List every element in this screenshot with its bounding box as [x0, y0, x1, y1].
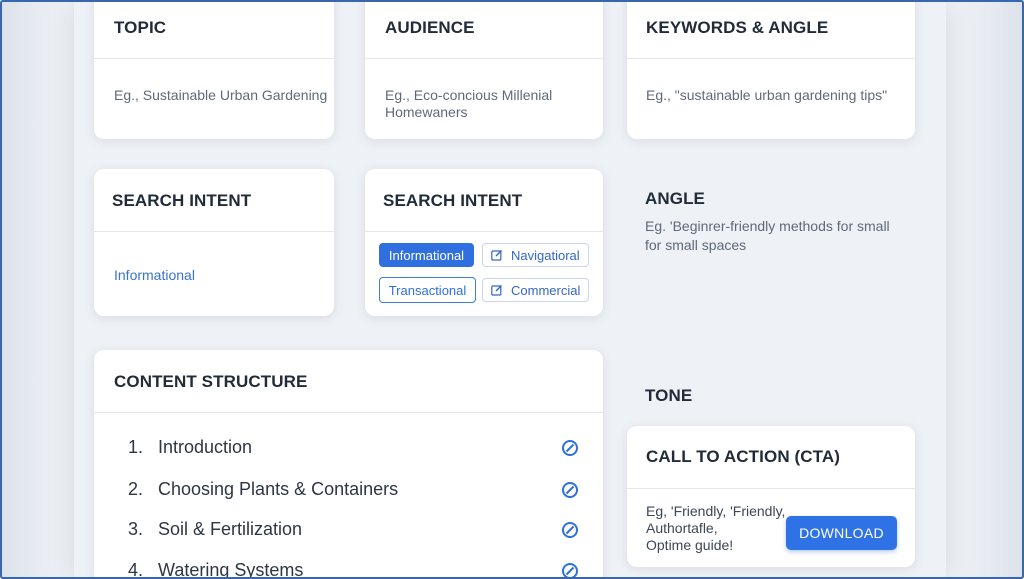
content-structure-title: CONTENT STRUCTURE [114, 372, 308, 391]
intent-option-label: Informational [388, 247, 465, 263]
list-item-number: 1. [128, 437, 144, 457]
search-intent-card[interactable]: SEARCH INTENT Informational [94, 169, 334, 316]
list-item-label: Choosing Plants & Containers [158, 479, 399, 499]
search-intent-options-title: SEARCH INTENT [383, 191, 523, 210]
angle-input-line1[interactable]: Eg. 'Beginrer-friendly methods for small [645, 218, 890, 235]
topic-input[interactable]: Eg., Sustainable Urban Gardening [114, 87, 327, 104]
search-intent-value[interactable]: Informational [114, 267, 195, 283]
intent-option-label: Navigatioral [511, 247, 580, 263]
keywords-input[interactable]: Eg., "sustainable urban gardening tips" [646, 87, 887, 104]
intent-option-commercial[interactable]: Commercial [482, 278, 589, 302]
topic-divider [94, 58, 334, 59]
cta-input-line1[interactable]: Eg, 'Friendly, 'Friendly, [646, 503, 785, 520]
audience-input-line1[interactable]: Eg., Eco-concious Millenial [385, 87, 552, 104]
keywords-divider [627, 58, 915, 59]
list-item-number: 4. [128, 560, 144, 579]
audience-card[interactable]: AUDIENCE Eg., Eco-concious Millenial Hom… [365, 2, 603, 139]
intent-option-navigational[interactable]: Navigatioral [482, 243, 589, 267]
cta-input-line2[interactable]: Authortafle, [646, 520, 718, 537]
content-structure-card: CONTENT STRUCTURE 1. Introduction 2. Cho… [94, 350, 603, 579]
keywords-title: KEYWORDS & ANGLE [646, 18, 829, 37]
list-item[interactable]: 4. Watering Systems [94, 560, 603, 579]
form-sheet: TOPIC Eg., Sustainable Urban Gardening A… [74, 2, 946, 579]
check-icon[interactable] [560, 520, 580, 540]
angle-title: ANGLE [645, 189, 705, 208]
audience-input-line2[interactable]: Homewaners [385, 104, 467, 121]
cta-input-line3[interactable]: Optime guide! [646, 537, 733, 554]
search-intent-divider [94, 231, 334, 232]
check-icon[interactable] [560, 480, 580, 500]
intent-option-label: Transactional [388, 282, 467, 298]
list-item-number: 2. [128, 479, 144, 499]
cta-title: CALL TO ACTION (CTA) [646, 447, 841, 466]
intent-option-transactional[interactable]: Transactional [379, 277, 476, 303]
tone-title: TONE [645, 386, 693, 405]
edit-icon [491, 285, 502, 296]
edit-icon [491, 250, 502, 261]
audience-divider [365, 58, 603, 59]
keywords-card[interactable]: KEYWORDS & ANGLE Eg., "sustainable urban… [627, 2, 915, 139]
topic-title: TOPIC [114, 18, 167, 37]
search-intent-options-card: SEARCH INTENT Informational Navigatioral… [365, 169, 603, 316]
check-icon[interactable] [560, 438, 580, 458]
search-intent-options-divider [365, 231, 603, 232]
list-item[interactable]: 2. Choosing Plants & Containers [94, 479, 603, 503]
list-item-label: Soil & Fertilization [158, 519, 303, 539]
cta-card: CALL TO ACTION (CTA) Eg, 'Friendly, 'Fri… [627, 426, 915, 567]
download-button[interactable]: DOWNLOAD [786, 516, 897, 550]
search-intent-title: SEARCH INTENT [112, 191, 252, 210]
intent-option-informational[interactable]: Informational [379, 243, 474, 267]
list-item[interactable]: 3. Soil & Fertilization [94, 519, 603, 543]
app-frame: TOPIC Eg., Sustainable Urban Gardening A… [0, 0, 1024, 579]
audience-title: AUDIENCE [385, 18, 475, 37]
list-item-label: Introduction [158, 437, 253, 457]
content-structure-divider [94, 412, 603, 413]
cta-divider [627, 488, 915, 489]
angle-input-line2[interactable]: for small spaces [645, 237, 746, 254]
list-item-number: 3. [128, 519, 144, 539]
list-item[interactable]: 1. Introduction [94, 437, 603, 461]
intent-option-label: Commercial [511, 282, 581, 298]
list-item-label: Watering Systems [158, 560, 304, 579]
topic-card[interactable]: TOPIC Eg., Sustainable Urban Gardening [94, 2, 334, 139]
check-icon[interactable] [560, 561, 580, 579]
